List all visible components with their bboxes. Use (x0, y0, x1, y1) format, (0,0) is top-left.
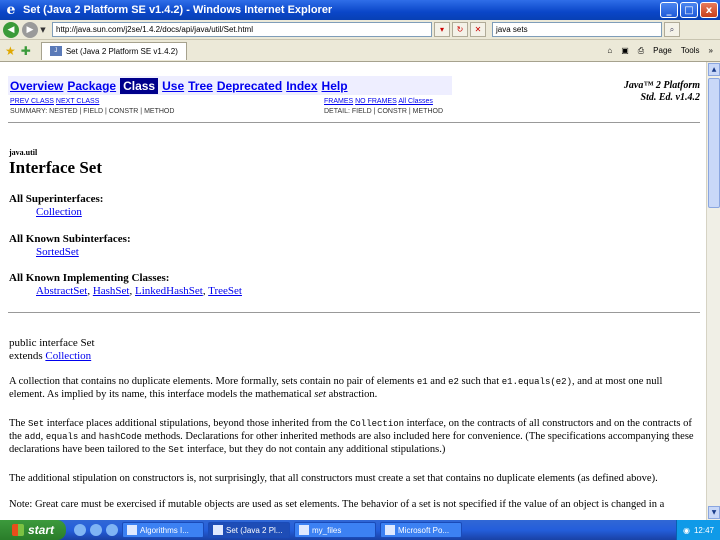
no-frames-link[interactable]: NO FRAMES (355, 98, 397, 105)
ie-window: e Set (Java 2 Platform SE v1.4.2) - Wind… (0, 0, 720, 540)
scroll-thumb[interactable] (708, 78, 720, 208)
nav-overview[interactable]: Overview (10, 79, 63, 93)
close-button[interactable]: x (700, 2, 718, 18)
page-content: Overview Package Class Use Tree Deprecat… (0, 62, 706, 520)
ie-logo-icon: e (6, 2, 16, 18)
print-icon[interactable]: ⎙ (635, 46, 647, 56)
tab-set-java[interactable]: J Set (Java 2 Platform SE v1.4.2) (40, 41, 187, 60)
search-input[interactable]: java sets (492, 22, 662, 37)
nav-class-current: Class (120, 77, 159, 94)
next-class-link[interactable]: NEXT CLASS (56, 98, 99, 105)
frames-subnav: FRAMES NO FRAMES All Classes DETAIL: FIE… (324, 97, 443, 117)
maximize-button[interactable]: □ (680, 2, 698, 18)
refresh-icon[interactable]: ↻ (452, 22, 468, 37)
forward-button[interactable]: ▶ (22, 21, 38, 38)
class-subnav: PREV CLASS NEXT CLASS SUMMARY: NESTED | … (10, 97, 174, 117)
scroll-up-icon[interactable]: ▲ (708, 63, 720, 76)
address-input[interactable]: http://java.sun.com/j2se/1.4.2/docs/api/… (52, 22, 432, 37)
command-bar: ⌂ ▣ ⎙ Page Tools » (604, 46, 716, 56)
taskbar: start Algorithms I... Set (Java 2 Pl... … (0, 520, 720, 540)
tray-icon[interactable]: ◉ (683, 526, 690, 535)
ie-quicklaunch-icon[interactable] (74, 524, 86, 536)
platform-line-1: Java™ 2 Platform (623, 80, 700, 91)
subinterfaces-label: All Known Subinterfaces: (9, 233, 131, 245)
description-paragraph-4: Note: Great care must be exercised if mu… (9, 499, 665, 510)
summary-links[interactable]: SUMMARY: NESTED | FIELD | CONSTR | METHO… (10, 107, 174, 117)
prev-class-link[interactable]: PREV CLASS (10, 98, 54, 105)
task-button[interactable]: my_files (294, 522, 376, 538)
task-button[interactable]: Set (Java 2 Pl... (208, 522, 290, 538)
platform-label: Java™ 2 Platform Std. Ed. v1.4.2 (600, 80, 700, 104)
superinterfaces-label: All Superinterfaces: (9, 193, 104, 205)
task-button[interactable]: Microsoft Po... (380, 522, 462, 538)
tab-toolbar: ★ ✚ J Set (Java 2 Platform SE v1.4.2) ⌂ … (0, 40, 720, 62)
page-menu[interactable]: Page (650, 46, 675, 55)
windows-flag-icon (11, 524, 24, 536)
implementing-list: AbstractSet, HashSet, LinkedHashSet, Tre… (36, 285, 242, 297)
subinterface-link[interactable]: SortedSet (36, 246, 79, 258)
minimize-button[interactable]: _ (660, 2, 678, 18)
doc-nav-bar: Overview Package Class Use Tree Deprecat… (8, 76, 452, 95)
tools-menu[interactable]: Tools (678, 46, 703, 55)
package-name: java.util (9, 148, 38, 157)
implementing-label: All Known Implementing Classes: (9, 272, 170, 284)
tab-label: Set (Java 2 Platform SE v1.4.2) (65, 46, 178, 56)
title-bar[interactable]: e Set (Java 2 Platform SE v1.4.2) - Wind… (0, 0, 720, 20)
detail-links[interactable]: DETAIL: FIELD | CONSTR | METHOD (324, 107, 443, 117)
nav-help[interactable]: Help (322, 79, 348, 93)
description-paragraph-1: A collection that contains no duplicate … (9, 376, 663, 400)
nav-index[interactable]: Index (286, 79, 317, 93)
start-button[interactable]: start (0, 520, 66, 540)
feeds-icon[interactable]: ▣ (618, 46, 632, 55)
scroll-down-icon[interactable]: ▼ (708, 506, 720, 519)
nav-deprecated[interactable]: Deprecated (217, 79, 282, 93)
impl-link[interactable]: HashSet (93, 285, 130, 297)
nav-package[interactable]: Package (67, 79, 116, 93)
java-page-icon: J (49, 46, 62, 56)
superinterface-link[interactable]: Collection (36, 206, 82, 218)
impl-link[interactable]: AbstractSet (36, 285, 87, 297)
window-title: Set (Java 2 Platform SE v1.4.2) - Window… (23, 4, 333, 16)
system-tray: ◉ 12:47 (675, 520, 720, 540)
divider (8, 122, 700, 123)
nav-tree[interactable]: Tree (188, 79, 213, 93)
add-favorites-icon[interactable]: ✚ (21, 44, 31, 58)
description-paragraph-2: The Set interface places additional stip… (9, 418, 694, 455)
frames-link[interactable]: FRAMES (324, 98, 353, 105)
page-title: Interface Set (9, 158, 102, 177)
stop-icon[interactable]: ✕ (470, 22, 486, 37)
vertical-scrollbar[interactable]: ▲ ▼ (706, 62, 720, 520)
task-app-icon (385, 525, 395, 535)
search-icon[interactable]: ⌕ (664, 22, 680, 37)
interface-declaration: public interface Set extends Collection (9, 337, 95, 362)
history-dropdown-icon[interactable]: ▼ (38, 26, 48, 34)
show-desktop-icon[interactable] (90, 524, 102, 536)
clock: 12:47 (693, 525, 714, 535)
home-icon[interactable]: ⌂ (604, 46, 615, 55)
description-paragraph-3: The additional stipulation on constructo… (9, 473, 658, 484)
all-classes-link[interactable]: All Classes (398, 98, 433, 105)
more-chevron-icon[interactable]: » (706, 46, 716, 55)
go-dropdown-icon[interactable]: ▾ (434, 22, 450, 37)
address-toolbar: ◀ ▶ ▼ http://java.sun.com/j2se/1.4.2/doc… (0, 20, 720, 40)
quick-launch (74, 524, 118, 536)
divider (8, 312, 700, 313)
task-app-icon (299, 525, 309, 535)
platform-line-2: Std. Ed. v1.4.2 (640, 92, 700, 103)
nav-use[interactable]: Use (162, 79, 184, 93)
task-button[interactable]: Algorithms I... (122, 522, 204, 538)
extends-link[interactable]: Collection (45, 350, 91, 362)
impl-link[interactable]: LinkedHashSet (135, 285, 203, 297)
task-app-icon (127, 525, 137, 535)
back-button[interactable]: ◀ (3, 21, 19, 38)
task-app-icon (213, 525, 223, 535)
favorites-star-icon[interactable]: ★ (5, 44, 16, 58)
impl-link[interactable]: TreeSet (208, 285, 242, 297)
media-quicklaunch-icon[interactable] (106, 524, 118, 536)
